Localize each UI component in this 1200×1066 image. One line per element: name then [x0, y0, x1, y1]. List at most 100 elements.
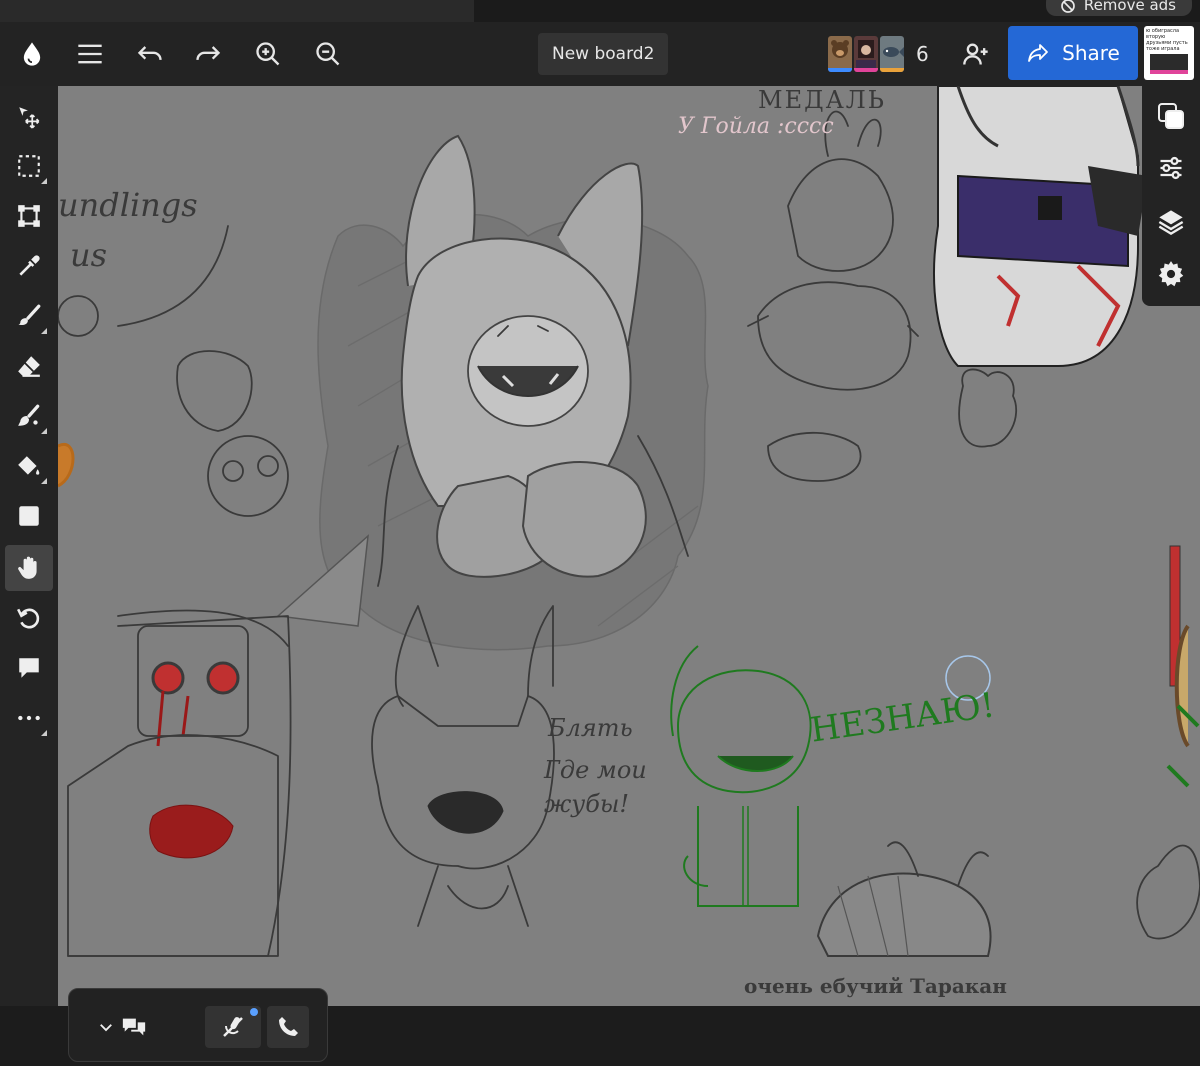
comment-tool[interactable]	[5, 645, 53, 691]
move-icon	[19, 107, 40, 129]
layers-icon	[1158, 210, 1184, 236]
board-name-button[interactable]: New board2	[538, 33, 669, 75]
cockroach-sketch	[816, 841, 992, 957]
notification-dot	[250, 1008, 258, 1016]
smudge-icon	[18, 404, 40, 426]
submenu-indicator	[41, 478, 47, 484]
square-icon	[19, 506, 39, 526]
avatar-status-bar	[854, 68, 878, 72]
share-button[interactable]: Share	[1008, 26, 1138, 80]
colored-character	[933, 86, 1148, 367]
undo-icon	[137, 46, 162, 61]
board-name-label: New board2	[552, 44, 655, 64]
profile-thumbnail[interactable]: ю обиграсла вторую друзьями пусть тоже и…	[1144, 26, 1194, 80]
app-logo[interactable]	[12, 34, 52, 74]
redo-button[interactable]	[188, 34, 228, 74]
avatar-status-bar	[828, 68, 852, 72]
ads-bar: Remove ads	[0, 0, 1200, 22]
move-tool[interactable]	[5, 94, 53, 140]
comment-icon	[19, 658, 39, 678]
drop-logo-icon	[23, 42, 41, 66]
remove-ads-button[interactable]: Remove ads	[1045, 0, 1192, 16]
submenu-indicator	[41, 730, 47, 736]
eyedropper-icon	[19, 255, 40, 276]
call-button[interactable]	[267, 1006, 309, 1048]
left-toolbar	[0, 86, 58, 1006]
rotate-tool[interactable]	[5, 595, 53, 641]
zoom-out-button[interactable]	[308, 34, 348, 74]
fish-avatar-icon	[883, 47, 904, 57]
avatar[interactable]	[828, 36, 852, 72]
settings-button[interactable]	[1151, 254, 1191, 294]
submenu-indicator	[41, 328, 47, 334]
color-swatch-icon	[1158, 103, 1184, 129]
chevron-down-icon	[100, 1024, 112, 1032]
hand-tool[interactable]	[5, 545, 53, 591]
canvas-text-medal: МЕДАЛЬ	[758, 86, 886, 114]
top-toolbar: New board2 6 Share ю обиграсла вторую др…	[0, 22, 1200, 86]
remove-ads-label: Remove ads	[1083, 0, 1176, 14]
hamburger-icon	[78, 44, 102, 64]
invite-user-button[interactable]	[956, 34, 996, 74]
fill-bucket-icon	[18, 456, 40, 475]
canvas-text-us: us	[70, 236, 108, 274]
shape-tool[interactable]	[5, 493, 53, 539]
eraser-icon	[18, 356, 40, 377]
fill-tool[interactable]	[5, 443, 53, 489]
transform-icon	[18, 205, 40, 227]
redo-icon	[196, 46, 221, 61]
adjustments-button[interactable]	[1151, 148, 1191, 188]
canvas-text-goila: У Гойла :сссс	[678, 114, 834, 139]
color-swatch-button[interactable]	[1151, 96, 1191, 136]
share-label: Share	[1062, 41, 1120, 65]
canvas-text-blyat-2: Где мои	[544, 756, 647, 784]
canvas-text-blyat-3: жубы!	[544, 790, 630, 818]
bear-avatar-icon	[831, 40, 849, 58]
small-sketches	[767, 368, 1018, 482]
voice-off-button[interactable]	[205, 1006, 261, 1048]
canvas-text-tarakan: очень ебучий Таракан	[744, 974, 1007, 998]
green-character	[670, 645, 812, 907]
drawing-canvas[interactable]: МЕДАЛЬ У Гойла :сссс undlings us Блять Г…	[58, 86, 1200, 1006]
select-tool[interactable]	[5, 143, 53, 189]
eyedropper-tool[interactable]	[5, 243, 53, 289]
block-icon	[1060, 0, 1075, 13]
avatar[interactable]	[854, 36, 878, 72]
share-arrow-icon	[1028, 44, 1049, 62]
canvas-text-foundlings: undlings	[58, 186, 198, 224]
transform-tool[interactable]	[5, 193, 53, 239]
bunny-creature-sketch	[747, 110, 919, 391]
brush-tool[interactable]	[5, 293, 53, 339]
submenu-indicator	[41, 428, 47, 434]
add-user-icon	[963, 43, 988, 65]
chat-panel	[68, 988, 328, 1062]
right-panel	[1142, 86, 1200, 306]
person-avatar-icon	[856, 40, 876, 68]
zoom-in-icon	[256, 42, 280, 66]
undo-button[interactable]	[130, 34, 170, 74]
zoom-in-button[interactable]	[248, 34, 288, 74]
gear-icon	[1158, 261, 1184, 287]
menu-button[interactable]	[70, 34, 110, 74]
eraser-tool[interactable]	[5, 343, 53, 389]
profile-picture	[1150, 54, 1188, 74]
left-edge-sketches	[58, 225, 292, 957]
canvas-text-blyat-1: Блять	[548, 714, 633, 742]
chat-toggle-button[interactable]	[97, 1007, 157, 1047]
ads-left-strip	[0, 0, 474, 22]
collaborator-count: 6	[916, 42, 929, 66]
layers-button[interactable]	[1151, 202, 1191, 242]
more-icon	[18, 715, 40, 721]
submenu-indicator	[41, 178, 47, 184]
collaborator-avatars[interactable]	[828, 36, 904, 72]
phone-icon	[279, 1017, 298, 1036]
zoom-out-icon	[316, 42, 340, 66]
canvas-drawings	[58, 86, 1200, 957]
more-tools-button[interactable]	[5, 695, 53, 741]
avatar-status-bar	[880, 68, 904, 72]
smudge-tool[interactable]	[5, 393, 53, 439]
chat-bubbles-icon	[122, 1018, 146, 1036]
profile-caption: ю обиграсла вторую друзьями пусть тоже и…	[1146, 28, 1188, 52]
crying-bunny-sketch	[371, 605, 555, 927]
avatar[interactable]	[880, 36, 904, 72]
